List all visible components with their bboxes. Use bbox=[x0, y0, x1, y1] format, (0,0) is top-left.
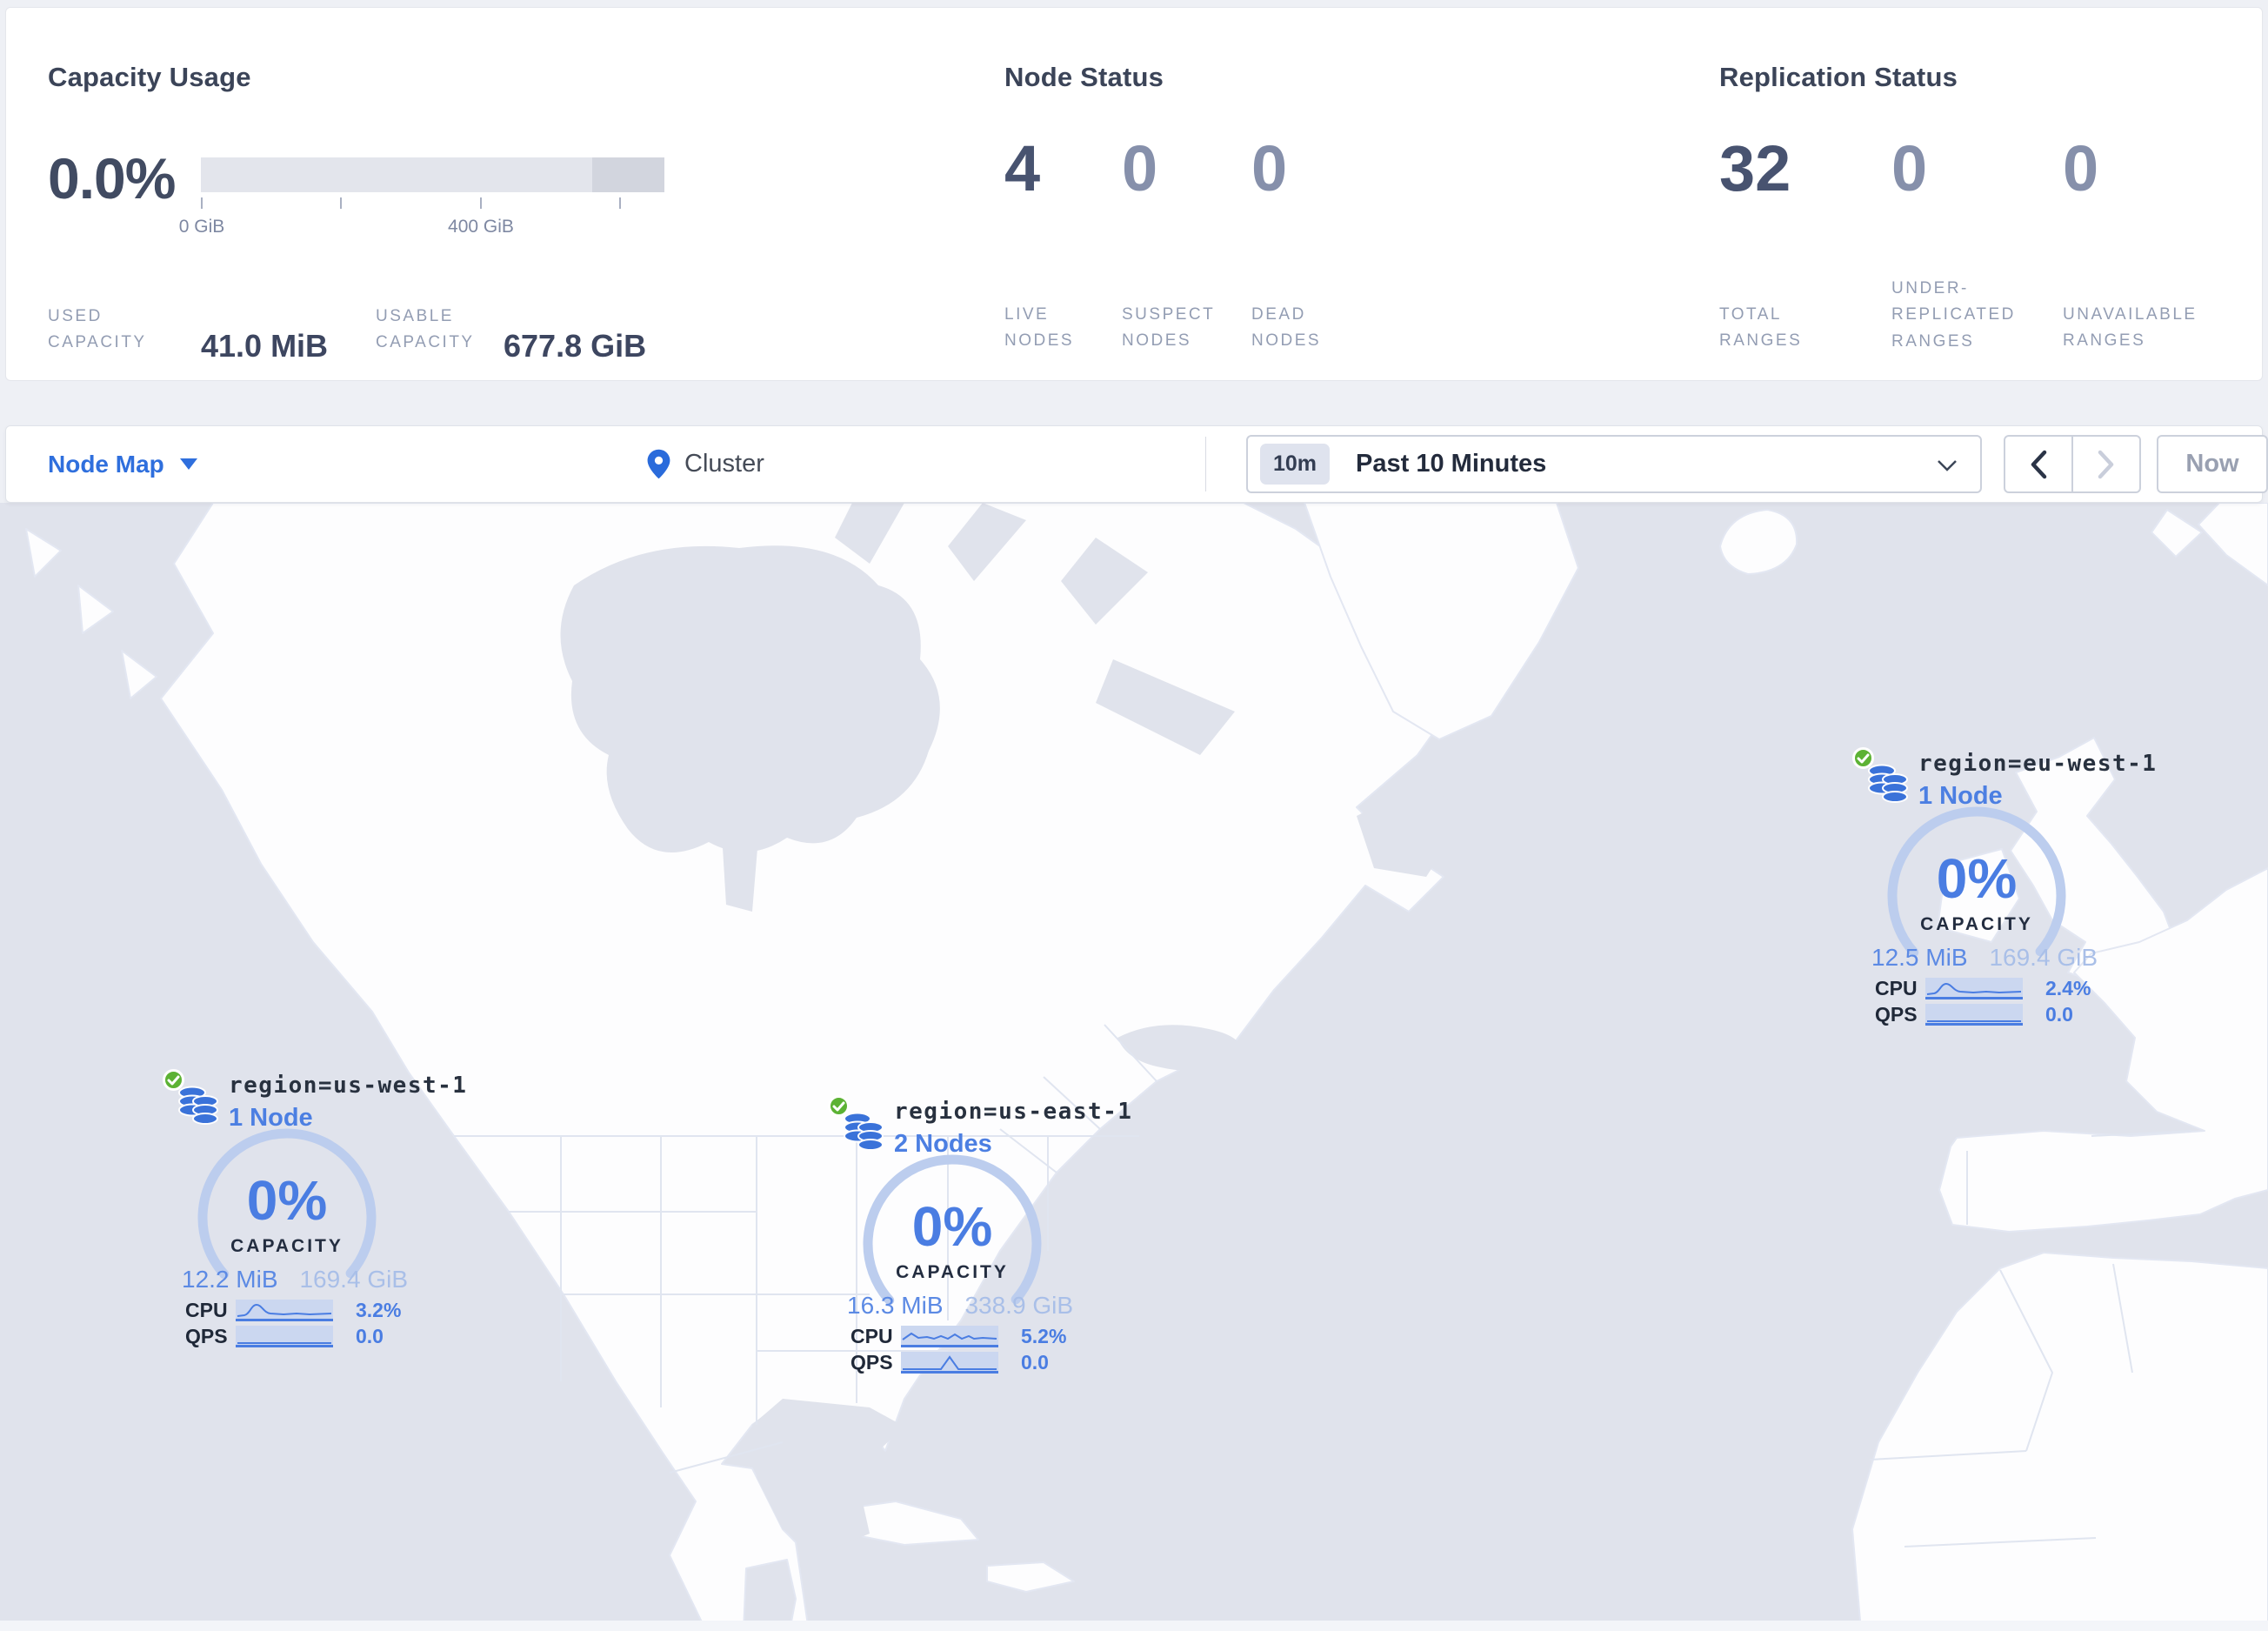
qps-value: 0.0 bbox=[2045, 1003, 2073, 1026]
next-interval-button[interactable] bbox=[2071, 437, 2139, 491]
suspect-nodes-label: SUSPECT NODES bbox=[1122, 305, 1215, 351]
qps-value: 0.0 bbox=[1021, 1351, 1049, 1374]
capacity-label: CAPACITY bbox=[230, 1236, 344, 1256]
live-nodes-label: LIVE NODES bbox=[1004, 305, 1075, 351]
locality-region-label: region=eu-west-1 bbox=[1918, 751, 2158, 777]
cpu-label: CPU bbox=[1875, 977, 1918, 999]
map-pin-icon bbox=[647, 449, 670, 479]
map-toolbar: Node Map Cluster 10m Past 10 Minutes Now bbox=[5, 425, 2268, 503]
time-range-select[interactable]: 10m Past 10 Minutes bbox=[1246, 435, 1982, 493]
usable-capacity-value: 677.8 GiB bbox=[504, 328, 647, 364]
cpu-value: 3.2% bbox=[356, 1299, 402, 1321]
time-step-arrows bbox=[2004, 435, 2141, 493]
qps-label: QPS bbox=[850, 1351, 893, 1374]
node-status-title: Node Status bbox=[1004, 62, 1164, 92]
time-range-label: Past 10 Minutes bbox=[1356, 450, 1547, 478]
used-capacity: 16.3 MiB bbox=[847, 1292, 944, 1319]
used-capacity: 12.5 MiB bbox=[1871, 944, 1968, 971]
unavailable-count: 0 bbox=[2063, 132, 2099, 204]
total-ranges-count: 32 bbox=[1719, 132, 1791, 204]
now-button[interactable]: Now bbox=[2157, 435, 2268, 493]
chevron-right-icon bbox=[2098, 450, 2114, 478]
cpu-value: 2.4% bbox=[2045, 977, 2091, 999]
view-selector-label: Node Map bbox=[48, 450, 164, 478]
prev-interval-button[interactable] bbox=[2005, 437, 2071, 491]
qps-sparkline bbox=[236, 1326, 333, 1347]
capacity-label: CAPACITY bbox=[1920, 914, 2033, 934]
used-capacity-label: USED CAPACITY bbox=[48, 307, 147, 352]
capacity-bar bbox=[201, 157, 664, 192]
replication-status-title: Replication Status bbox=[1719, 62, 1958, 92]
locality-marker-us-west-1[interactable]: region=us-west-1 1 Node 0% CAPACITY 12.2… bbox=[161, 1066, 466, 1357]
total-ranges-label: TOTAL RANGES bbox=[1719, 305, 1803, 351]
locality-region-label: region=us-west-1 bbox=[229, 1073, 468, 1099]
chevron-down-icon bbox=[179, 458, 197, 470]
capacity-bar-nonusable-segment bbox=[592, 157, 664, 192]
unavailable-label: UNAVAILABLE RANGES bbox=[2063, 305, 2198, 351]
qps-value: 0.0 bbox=[356, 1325, 384, 1347]
cpu-label: CPU bbox=[185, 1299, 228, 1321]
used-capacity-value: 41.0 MiB bbox=[201, 328, 329, 364]
capacity-usage-title: Capacity Usage bbox=[48, 62, 251, 92]
cpu-label: CPU bbox=[850, 1325, 893, 1347]
time-preset-badge: 10m bbox=[1260, 444, 1331, 485]
locality-marker-eu-west-1[interactable]: region=eu-west-1 1 Node 0% CAPACITY 12.5… bbox=[1851, 744, 2156, 1035]
usable-capacity: 338.9 GiB bbox=[964, 1292, 1073, 1319]
qps-sparkline bbox=[901, 1352, 998, 1374]
capacity-percent: 0% bbox=[1936, 847, 2018, 910]
usable-capacity: 169.4 GiB bbox=[1989, 944, 2098, 971]
cpu-sparkline bbox=[1925, 978, 2023, 999]
usable-capacity: 169.4 GiB bbox=[299, 1266, 408, 1293]
under-replicated-count: 0 bbox=[1891, 132, 1928, 204]
breadcrumb[interactable]: Cluster bbox=[645, 426, 764, 502]
cluster-summary-panel: Capacity Usage 0.0% 0 GiB 400 GiB USED C… bbox=[5, 7, 2263, 381]
toolbar-divider bbox=[1205, 437, 1206, 491]
live-nodes-count: 4 bbox=[1004, 132, 1041, 204]
qps-label: QPS bbox=[1875, 1003, 1918, 1026]
under-replicated-label: UNDER-REPLICATED RANGES bbox=[1891, 279, 2016, 351]
tick-label-0: 0 GiB bbox=[178, 217, 225, 237]
capacity-percent: 0% bbox=[911, 1195, 993, 1258]
breadcrumb-label: Cluster bbox=[684, 450, 764, 478]
qps-label: QPS bbox=[185, 1325, 228, 1347]
usable-capacity-label: USABLE CAPACITY bbox=[376, 307, 475, 352]
qps-sparkline bbox=[1925, 1004, 2023, 1026]
locality-region-label: region=us-east-1 bbox=[894, 1099, 1133, 1125]
capacity-percent: 0.0% bbox=[48, 146, 176, 211]
cpu-value: 5.2% bbox=[1021, 1325, 1067, 1347]
tick-label-400: 400 GiB bbox=[448, 217, 514, 237]
chevron-down-icon bbox=[1938, 460, 1957, 471]
cpu-sparkline bbox=[236, 1300, 333, 1321]
capacity-label: CAPACITY bbox=[896, 1262, 1009, 1282]
cpu-sparkline bbox=[901, 1326, 998, 1347]
node-map-canvas[interactable]: region=us-west-1 1 Node 0% CAPACITY 12.2… bbox=[0, 503, 2268, 1631]
capacity-percent: 0% bbox=[246, 1169, 328, 1232]
dead-nodes-count: 0 bbox=[1251, 132, 1288, 204]
dead-nodes-label: DEAD NODES bbox=[1251, 305, 1322, 351]
view-selector-dropdown[interactable]: Node Map bbox=[48, 426, 197, 502]
chevron-left-icon bbox=[2031, 450, 2047, 478]
locality-marker-us-east-1[interactable]: region=us-east-1 2 Nodes 0% CAPACITY 16.… bbox=[826, 1092, 1131, 1383]
capacity-bar-ticks bbox=[201, 197, 664, 210]
suspect-nodes-count: 0 bbox=[1122, 132, 1158, 204]
used-capacity: 12.2 MiB bbox=[182, 1266, 278, 1293]
